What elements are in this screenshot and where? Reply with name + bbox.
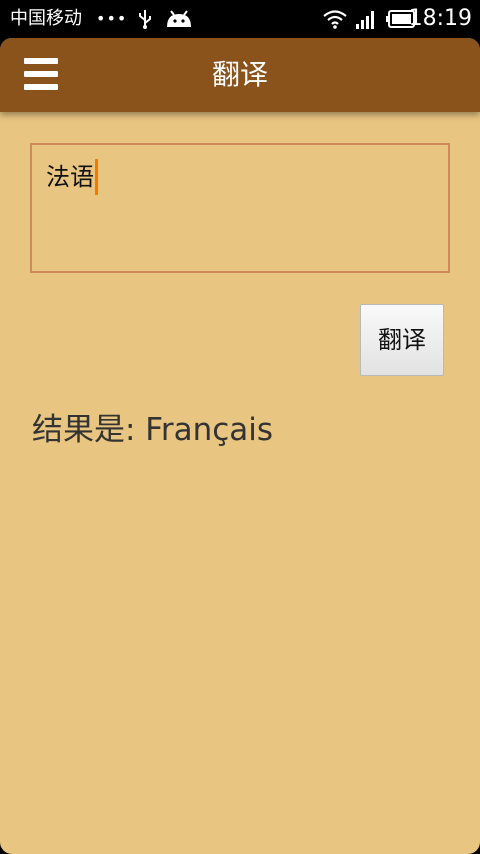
notification-dots: ••• — [96, 9, 128, 28]
wifi-icon — [323, 10, 347, 29]
carrier-name: 中国移动 — [10, 8, 82, 29]
result-text: 结果是: Français — [32, 412, 274, 448]
usb-icon — [139, 10, 151, 29]
input-value: 法语 — [46, 163, 94, 191]
text-input[interactable]: 法语 — [30, 143, 450, 273]
action-bar: 翻译 — [0, 38, 480, 112]
clock: 18:19 — [408, 6, 472, 31]
android-icon — [167, 10, 191, 27]
status-bar: 中国移动 ••• 18:19 — [0, 0, 480, 38]
text-cursor — [95, 159, 98, 195]
translate-button[interactable]: 翻译 — [360, 304, 444, 376]
app-screen: 翻译 法语 翻译 结果是: Français — [0, 38, 480, 854]
page-title: 翻译 — [211, 58, 268, 91]
input-value-wrapper: 法语 — [46, 159, 98, 195]
signal-icon — [356, 11, 374, 29]
